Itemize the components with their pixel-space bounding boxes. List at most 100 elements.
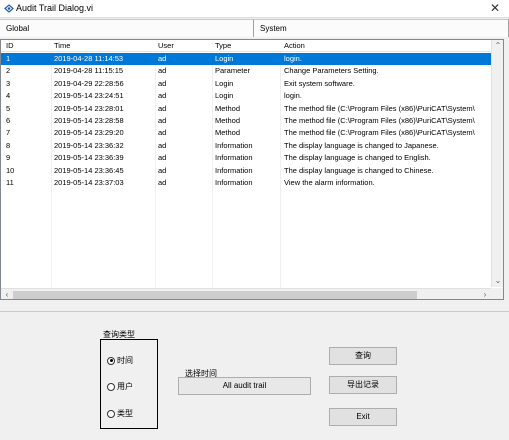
cell-time: 2019-05-14 23:36:45: [54, 165, 124, 175]
cell-type: Information: [215, 165, 253, 175]
table-row[interactable]: 3 2019-04-29 22:28:56 ad Login Exit system s…: [1, 78, 491, 90]
cell-type: Method: [215, 128, 241, 138]
radio-time-label: 时间: [117, 356, 133, 365]
column-header-user[interactable]: User: [158, 41, 212, 50]
cell-id: 1: [6, 54, 11, 63]
vertical-scrollbar[interactable]: ⌃ ⌄: [491, 40, 503, 287]
divider: [0, 311, 509, 312]
table-row[interactable]: 6 2019-05-14 23:28:58 ad Method The method f…: [1, 115, 491, 127]
radio-user[interactable]: 用户: [107, 381, 133, 392]
time-select-field[interactable]: All audit trail: [178, 377, 311, 395]
cell-type: Method: [215, 116, 241, 125]
cell-user: ad: [158, 165, 167, 175]
query-type-group: 时间 用户 类型: [100, 339, 158, 429]
cell-id: 3: [6, 78, 11, 88]
cell-time: 2019-04-28 11:15:15: [54, 66, 124, 76]
cell-action: Change Parameters Setting.: [284, 66, 379, 76]
table-row[interactable]: 11 2019-05-14 23:37:03 ad Information View t…: [1, 177, 491, 189]
cell-time: 2019-05-14 23:29:20: [54, 128, 124, 138]
cell-time: 2019-04-28 11:14:53: [54, 54, 124, 63]
table-row[interactable]: 1 2019-04-28 11:14:53 ad Login login.: [1, 53, 491, 66]
cell-time: 2019-05-14 23:28:58: [54, 116, 124, 125]
radio-user-label: 用户: [117, 382, 133, 391]
scroll-right-icon[interactable]: ›: [479, 289, 491, 299]
scroll-left-icon[interactable]: ‹: [1, 289, 13, 299]
column-header-time[interactable]: Time: [54, 41, 154, 50]
scroll-up-icon[interactable]: ⌃: [492, 40, 503, 52]
window-title: Audit Trail Dialog.vi: [16, 3, 94, 13]
cell-id: 6: [6, 116, 11, 125]
radio-unselected-icon[interactable]: [107, 409, 115, 418]
cell-action: The method file (C:\Program Files (x86)\…: [284, 128, 475, 138]
table-row[interactable]: 2 2019-04-28 11:15:15 ad Parameter Change Pa…: [1, 65, 491, 77]
radio-unselected-icon[interactable]: [107, 382, 115, 391]
cell-type: Method: [215, 103, 241, 113]
tab-bar: Global System: [0, 19, 509, 37]
labview-vi-icon: [4, 4, 14, 15]
cell-user: ad: [158, 153, 167, 163]
cell-type: Login: [215, 78, 234, 88]
cell-type: Information: [215, 153, 253, 163]
cell-id: 2: [6, 66, 11, 76]
export-records-button[interactable]: 导出记录: [329, 376, 397, 394]
close-icon[interactable]: ✕: [481, 0, 509, 18]
cell-id: 4: [6, 91, 11, 101]
radio-type-label: 类型: [117, 409, 133, 418]
cell-user: ad: [158, 128, 167, 138]
cell-time: 2019-05-14 23:36:32: [54, 140, 124, 150]
cell-action: login.: [284, 54, 302, 63]
cell-type: Login: [215, 91, 234, 101]
cell-id: 5: [6, 103, 11, 113]
cell-time: 2019-05-14 23:37:03: [54, 178, 124, 187]
cell-action: The display language is changed to Engli…: [284, 153, 431, 163]
exit-button[interactable]: Exit: [329, 408, 397, 426]
column-header-type[interactable]: Type: [215, 41, 279, 50]
table-header: ID Time User Type Action: [1, 40, 491, 52]
cell-action: View the alarm information.: [284, 178, 375, 187]
cell-user: ad: [158, 54, 167, 63]
radio-type[interactable]: 类型: [107, 408, 133, 419]
radio-selected-icon[interactable]: [107, 356, 115, 365]
table-row[interactable]: 9 2019-05-14 23:36:39 ad Information The dis…: [1, 152, 491, 164]
cell-id: 7: [6, 128, 11, 138]
tab-global[interactable]: Global: [0, 19, 254, 37]
cell-action: The display language is changed to Chine…: [284, 165, 434, 175]
cell-action: The method file (C:\Program Files (x86)\…: [284, 116, 475, 125]
radio-time[interactable]: 时间: [107, 355, 133, 366]
scroll-down-icon[interactable]: ⌄: [492, 275, 503, 287]
horizontal-scroll-thumb[interactable]: [13, 291, 417, 299]
cell-time: 2019-05-14 23:36:39: [54, 153, 124, 163]
table-row[interactable]: 8 2019-05-14 23:36:32 ad Information The dis…: [1, 140, 491, 152]
column-header-action[interactable]: Action: [284, 41, 491, 50]
cell-action: login.: [284, 91, 302, 101]
cell-type: Parameter: [215, 66, 251, 76]
cell-id: 9: [6, 153, 11, 163]
audit-trail-table[interactable]: ID Time User Type Action 1 2019-04-28 11:…: [0, 39, 504, 300]
cell-time: 2019-05-14 23:28:01: [54, 103, 124, 113]
cell-user: ad: [158, 78, 167, 88]
query-button[interactable]: 查询: [329, 347, 397, 365]
cell-user: ad: [158, 116, 167, 125]
cell-user: ad: [158, 103, 167, 113]
cell-type: Information: [215, 178, 253, 187]
cell-id: 11: [6, 178, 14, 187]
cell-type: Login: [215, 54, 234, 63]
tab-system[interactable]: System: [254, 19, 509, 37]
cell-action: The display language is changed to Japan…: [284, 140, 439, 150]
table-row[interactable]: 4 2019-05-14 23:24:51 ad Login login.: [1, 90, 491, 102]
cell-time: 2019-05-14 23:24:51: [54, 91, 124, 101]
title-bar: Audit Trail Dialog.vi ✕: [0, 0, 509, 18]
scrollbar-corner: [491, 288, 503, 299]
column-header-id[interactable]: ID: [6, 41, 50, 50]
cell-id: 8: [6, 140, 11, 150]
cell-type: Information: [215, 140, 253, 150]
cell-user: ad: [158, 91, 167, 101]
table-row[interactable]: 10 2019-05-14 23:36:45 ad Information The di…: [1, 165, 491, 177]
cell-action: The method file (C:\Program Files (x86)\…: [284, 103, 475, 113]
cell-user: ad: [158, 66, 167, 76]
horizontal-scrollbar[interactable]: ‹ ›: [1, 288, 491, 299]
cell-action: Exit system software.: [284, 78, 355, 88]
table-row[interactable]: 7 2019-05-14 23:29:20 ad Method The method f…: [1, 127, 491, 139]
cell-id: 10: [6, 165, 15, 175]
table-row[interactable]: 5 2019-05-14 23:28:01 ad Method The method f…: [1, 103, 491, 115]
